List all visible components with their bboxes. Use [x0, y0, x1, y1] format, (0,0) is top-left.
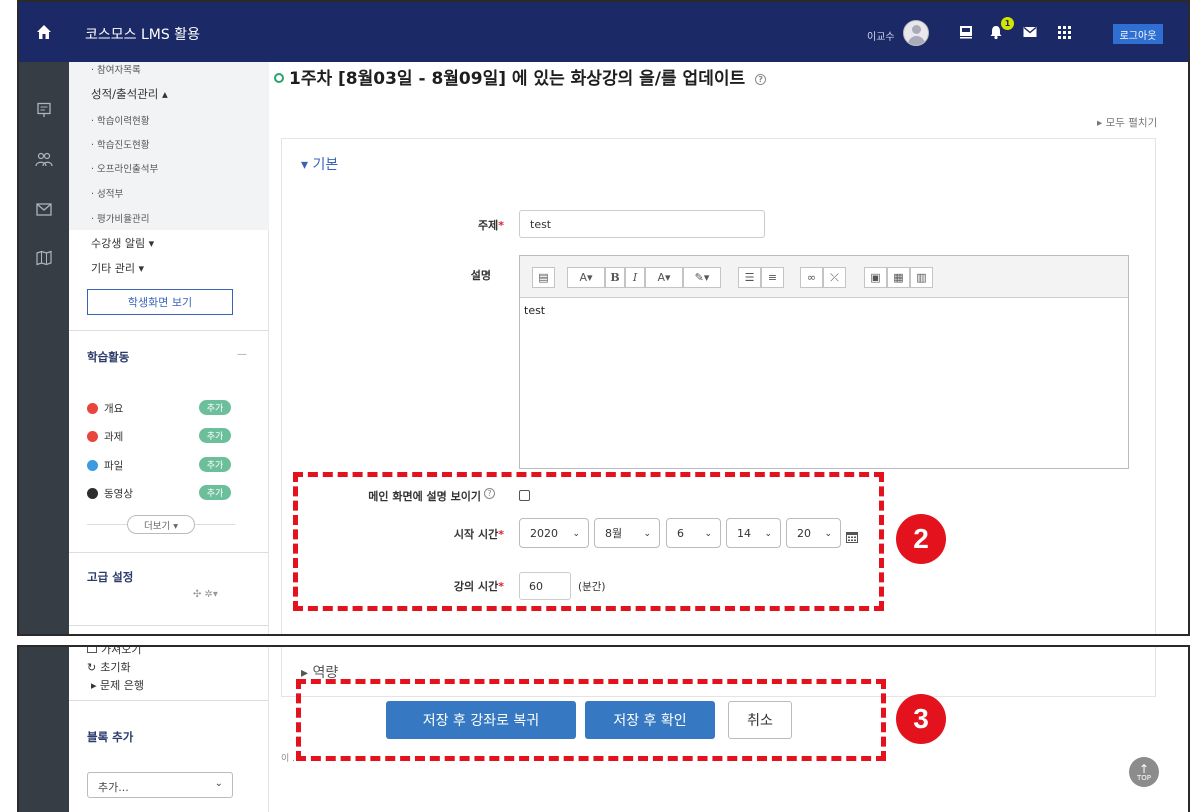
activity-label: 파일 — [104, 460, 124, 472]
sidebar-item-import[interactable]: 가져오기 — [87, 647, 141, 657]
sidebar-item-question-bank[interactable]: ▸ 문제 은행 — [91, 677, 144, 693]
chevron-down-icon: ⌄ — [214, 778, 223, 789]
link-icon[interactable]: ∞ — [800, 267, 823, 288]
divider — [69, 700, 269, 701]
course-title[interactable]: 코스모스 LMS 활용 — [85, 24, 200, 44]
advanced-settings-title: 고급 설정 — [87, 570, 134, 584]
callout-2: 2 — [896, 514, 946, 564]
file-icon — [87, 460, 98, 471]
unlink-icon[interactable]: ⤫ — [823, 267, 846, 288]
activity-label: 동영상 — [104, 488, 133, 500]
arrow-up-icon: ↑ — [1138, 761, 1150, 776]
sidebar-item-participants[interactable]: · 참여자목록 — [91, 62, 141, 76]
sidebar-item-grade-weights[interactable]: · 평가비율관리 — [91, 211, 149, 225]
manage-files-icon[interactable]: ▥ — [910, 267, 933, 288]
activity-item-assignment[interactable]: 과제 추가 — [87, 428, 237, 444]
help-icon[interactable]: ? — [755, 74, 767, 85]
user-name[interactable]: 이교수 — [867, 28, 895, 43]
add-block-select[interactable]: 추가... ⌄ — [87, 772, 233, 798]
description-editor[interactable]: ▤ A▾ B I A▾ ✎▾ ☰ ≡ ∞ ⤫ ▣ ▦ ▥ test — [519, 255, 1129, 469]
screenshot-panel-top: 코스모스 LMS 활용 이교수 1 로그아웃 · 참여자목록 성적/출석관리 ▴… — [17, 0, 1190, 636]
image-icon[interactable]: ▣ — [864, 267, 887, 288]
mail-icon[interactable] — [34, 199, 54, 219]
toolbar-toggle-icon[interactable]: ▤ — [532, 267, 555, 288]
people-icon[interactable] — [34, 150, 54, 170]
editor-content[interactable]: test — [524, 304, 545, 317]
import-icon — [87, 647, 97, 653]
sidebar-item-learning-progress[interactable]: · 학습진도현황 — [91, 137, 149, 151]
top-label: TOP — [1136, 773, 1151, 782]
subject-label: 주제* — [477, 219, 504, 232]
mail-icon[interactable] — [1021, 23, 1039, 41]
status-dot-icon — [274, 73, 284, 83]
sidebar-item-grades-attendance[interactable]: 성적/출석관리 ▴ — [91, 86, 168, 102]
description-label: 설명 — [470, 269, 491, 282]
add-button[interactable]: 추가 — [199, 485, 231, 500]
course-sidebar: · 참여자목록 성적/출석관리 ▴ · 학습이력현황 · 학습진도현황 · 오프… — [69, 62, 269, 634]
student-view-button[interactable]: 학생화면 보기 — [87, 289, 233, 315]
editor-toolbar: ▤ A▾ B I A▾ ✎▾ ☰ ≡ ∞ ⤫ ▣ ▦ ▥ — [520, 256, 1128, 298]
activity-label: 개요 — [104, 403, 124, 415]
callout-3: 3 — [896, 694, 946, 744]
numbered-list-icon[interactable]: ≡ — [761, 267, 784, 288]
icon-rail — [19, 647, 69, 812]
activity-item-overview[interactable]: 개요 추가 — [87, 400, 237, 416]
sidebar-item-reset[interactable]: ↻ 초기화 — [87, 659, 131, 675]
sidebar-item-learning-history[interactable]: · 학습이력현황 — [91, 113, 149, 127]
highlight-icon[interactable]: ✎▾ — [683, 267, 721, 288]
divider — [195, 524, 235, 525]
text-color-icon[interactable]: A▾ — [645, 267, 683, 288]
sidebar-item-other-management[interactable]: 기타 관리 ▾ — [91, 260, 144, 276]
assignment-icon — [87, 431, 98, 442]
sidebar-item-offline-attendance[interactable]: · 오프라인출석부 — [91, 161, 158, 175]
sidebar-item-student-alerts[interactable]: 수강생 알림 ▾ — [91, 235, 154, 251]
play-icon — [87, 488, 98, 499]
logout-button[interactable]: 로그아웃 — [1113, 24, 1163, 44]
pencil-icon — [87, 403, 98, 414]
home-icon[interactable] — [19, 2, 69, 62]
font-size-icon[interactable]: A▾ — [567, 267, 605, 288]
sidebar-item-gradebook[interactable]: · 성적부 — [91, 186, 123, 200]
window-icon[interactable] — [957, 23, 975, 41]
add-block-title: 블록 추가 — [87, 730, 134, 744]
add-button[interactable]: 추가 — [199, 400, 231, 415]
divider — [69, 625, 269, 626]
section-basic-header[interactable]: ▾ 기본 — [301, 154, 338, 174]
highlight-box-2 — [293, 472, 884, 611]
divider — [87, 524, 127, 525]
italic-icon[interactable]: I — [625, 267, 645, 288]
divider — [69, 552, 269, 553]
subject-input[interactable]: test — [519, 210, 765, 238]
block-settings-icon[interactable]: ✣ ✲▾ — [193, 589, 218, 600]
scroll-top-button[interactable]: ↑ TOP — [1129, 757, 1159, 787]
bold-icon[interactable]: B — [605, 267, 625, 288]
map-icon[interactable] — [34, 248, 54, 268]
apps-grid-icon[interactable] — [1055, 23, 1073, 41]
media-icon[interactable]: ▦ — [887, 267, 910, 288]
page-title-text: 1주차 [8월03일 - 8월09일] 에 있는 화상강의 을/를 업데이트 — [289, 69, 746, 89]
expand-all-link[interactable]: ▸ 모두 펼치기 — [1097, 115, 1157, 130]
collapse-icon[interactable]: — — [237, 349, 247, 360]
divider — [69, 330, 269, 331]
notification-badge: 1 — [1001, 17, 1014, 30]
activity-label: 과제 — [104, 431, 124, 443]
page-title: 1주차 [8월03일 - 8월09일] 에 있는 화상강의 을/를 업데이트 ? — [274, 64, 767, 89]
course-sidebar: 가져오기 ↻ 초기화 ▸ 문제 은행 블록 추가 추가... ⌄ — [69, 647, 269, 812]
icon-rail — [19, 62, 69, 634]
activity-item-video[interactable]: 동영상 추가 — [87, 485, 237, 501]
reset-icon: ↻ — [87, 661, 97, 674]
activities-title: 학습활동 — [87, 350, 130, 364]
screenshot-panel-bottom: 가져오기 ↻ 초기화 ▸ 문제 은행 블록 추가 추가... ⌄ ▸ 역량 저장 후… — [17, 645, 1190, 812]
highlight-box-3 — [296, 679, 886, 761]
more-button[interactable]: 더보기 ▾ — [127, 515, 195, 534]
presentation-icon[interactable] — [34, 100, 54, 120]
bullet-list-icon[interactable]: ☰ — [738, 267, 761, 288]
add-button[interactable]: 추가 — [199, 457, 231, 472]
avatar[interactable] — [903, 20, 929, 46]
add-button[interactable]: 추가 — [199, 428, 231, 443]
activity-item-file[interactable]: 파일 추가 — [87, 457, 237, 473]
